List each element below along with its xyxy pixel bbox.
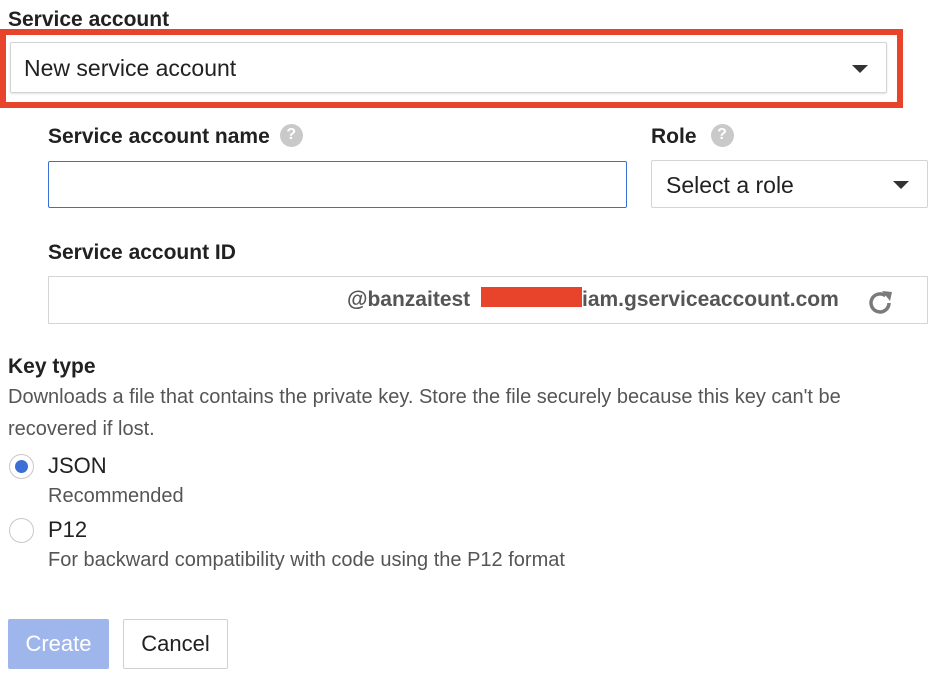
radio-option-p12[interactable]: P12 For backward compatibility with code…: [8, 516, 708, 576]
service-account-selected-value: New service account: [24, 55, 237, 81]
chevron-down-icon: [852, 65, 868, 73]
radio-json[interactable]: [9, 454, 34, 479]
role-label-text: Role: [651, 125, 697, 148]
chevron-down-icon: [893, 181, 909, 189]
question-circle-icon[interactable]: ?: [279, 123, 303, 147]
service-account-select[interactable]: New service account: [10, 42, 887, 93]
radio-p12-sublabel: For backward compatibility with code usi…: [48, 549, 565, 571]
service-account-name-label-text: Service account name: [48, 125, 270, 148]
role-select[interactable]: Select a role: [651, 160, 928, 208]
redaction-bar: [481, 287, 582, 307]
create-button[interactable]: Create: [8, 619, 109, 669]
question-circle-icon[interactable]: ?: [710, 123, 734, 147]
refresh-icon[interactable]: [865, 287, 897, 319]
service-account-id-label: Service account ID: [48, 241, 236, 264]
radio-json-label: JSON: [48, 453, 107, 478]
service-account-id-prefix: @banzaitest: [347, 288, 471, 311]
role-selected-value: Select a role: [666, 172, 794, 198]
key-type-label: Key type: [8, 355, 96, 378]
service-account-id-suffix: iam.gserviceaccount.com: [582, 288, 839, 311]
role-label: Role?: [651, 123, 734, 149]
radio-option-json[interactable]: JSON Recommended: [8, 452, 608, 512]
radio-json-sublabel: Recommended: [48, 485, 184, 507]
service-account-id-field[interactable]: @banzaitest iam.gserviceaccount.com: [48, 276, 928, 324]
radio-selected-dot: [15, 460, 28, 473]
service-account-name-input[interactable]: [48, 161, 627, 208]
key-type-description: Downloads a file that contains the priva…: [8, 386, 841, 440]
cancel-button[interactable]: Cancel: [123, 619, 228, 669]
service-account-name-label: Service account name?: [48, 123, 303, 149]
radio-p12-label: P12: [48, 517, 88, 542]
radio-p12[interactable]: [9, 518, 34, 543]
